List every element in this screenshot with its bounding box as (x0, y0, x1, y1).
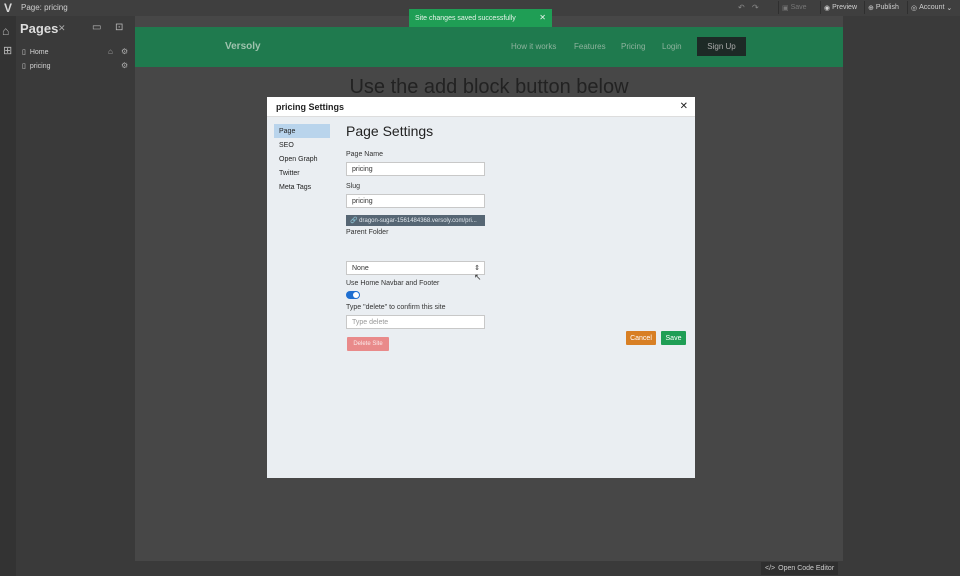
gear-icon[interactable]: ⚙ (121, 47, 128, 56)
right-panel (843, 16, 960, 576)
page-name-label: Page Name (346, 151, 383, 158)
slug-input[interactable]: pricing (346, 194, 485, 208)
navbar-footer-label: Use Home Navbar and Footer (346, 280, 440, 287)
page-name-input[interactable]: pricing (346, 162, 485, 176)
close-icon[interactable]: ✕ (680, 101, 688, 112)
page-settings-heading: Page Settings (346, 123, 434, 139)
code-icon: </> (765, 565, 776, 572)
pages-sidebar (0, 16, 135, 576)
tab-meta-tags[interactable]: Meta Tags (274, 180, 330, 194)
add-block-icon[interactable]: ⊞ (3, 44, 12, 57)
sidebar-strip (0, 16, 16, 576)
undo-icon[interactable]: ↶ (738, 3, 745, 12)
globe-icon: ⊕ (868, 4, 874, 12)
tab-seo[interactable]: SEO (274, 138, 330, 152)
home-page-icon: ⌂ (108, 47, 113, 56)
nav-link-how-it-works: How it works (511, 42, 557, 51)
tab-open-graph[interactable]: Open Graph (274, 152, 330, 166)
modal-title: pricing Settings (276, 102, 345, 112)
account-menu[interactable]: ◎ Account ⌄ (907, 1, 955, 14)
sidebar-title: Pages (20, 21, 59, 36)
site-brand: Versoly (225, 41, 261, 52)
toast-message: Site changes saved successfully (415, 14, 516, 22)
tab-page[interactable]: Page (274, 124, 330, 138)
success-toast: Site changes saved successfully ✕ (409, 9, 552, 27)
close-icon[interactable]: ✕ (539, 13, 546, 22)
page-icon: ▯ (22, 49, 26, 56)
open-code-editor-button[interactable]: </> Open Code Editor (761, 562, 839, 575)
toggle-knob (353, 292, 359, 298)
sidebar-item-pricing[interactable]: ▯ pricing (22, 62, 50, 71)
app-logo: V (4, 1, 13, 15)
gear-icon[interactable]: ⚙ (121, 61, 128, 70)
link-icon: 🔗 (350, 218, 358, 224)
page-url-link[interactable]: 🔗 dragon-sugar-1561484368.versoly.com/pr… (346, 215, 485, 226)
nav-link-features: Features (574, 42, 606, 51)
tab-twitter[interactable]: Twitter (274, 166, 330, 180)
add-folder-icon[interactable]: ▭ (92, 22, 101, 33)
cancel-button[interactable]: Cancel (626, 331, 656, 345)
navbar-footer-toggle[interactable] (346, 291, 360, 299)
slug-label: Slug (346, 183, 361, 190)
site-heading: Use the add block button below (349, 76, 629, 98)
nav-link-pricing: Pricing (621, 42, 646, 51)
delete-confirm-input[interactable]: Type delete (346, 315, 485, 329)
publish-button[interactable]: ⊕ Publish (864, 1, 902, 14)
mouse-cursor-icon: ↖ (474, 272, 482, 282)
parent-folder-label: Parent Folder (346, 229, 389, 236)
parent-folder-select[interactable]: None ⇕ (346, 261, 485, 275)
site-navbar: Versoly How it works Features Pricing Lo… (135, 27, 843, 67)
preview-button[interactable]: ◉ Preview (820, 1, 860, 14)
page-settings-modal: pricing Settings ✕ Page SEO Open Graph T… (267, 97, 695, 478)
modal-body: Page SEO Open Graph Twitter Meta Tags Pa… (267, 117, 695, 478)
home-icon[interactable]: ⌂ (2, 24, 9, 38)
nav-link-login: Login (662, 42, 682, 51)
save-icon: ▣ (782, 4, 789, 12)
modal-header: pricing Settings ✕ (267, 97, 695, 117)
save-button[interactable]: ▣ Save (778, 1, 810, 14)
chevron-down-icon: ⌄ (946, 4, 953, 12)
page-icon: ▯ (22, 63, 26, 70)
save-settings-button[interactable]: Save (661, 331, 686, 345)
close-icon[interactable]: ✕ (58, 23, 66, 34)
redo-icon[interactable]: ↷ (752, 3, 759, 12)
signup-button: Sign Up (697, 37, 746, 56)
delete-site-button[interactable]: Delete Site (347, 337, 389, 351)
chevron-up-down-icon: ⇕ (474, 265, 480, 272)
delete-confirm-label: Type "delete" to confirm this site (346, 304, 446, 311)
window-title: Page: pricing (21, 3, 68, 12)
eye-icon: ◉ (824, 4, 831, 12)
sidebar-item-home[interactable]: ▯ Home (22, 48, 49, 57)
user-icon: ◎ (911, 4, 918, 12)
add-page-icon[interactable]: ⊡ (115, 22, 123, 33)
